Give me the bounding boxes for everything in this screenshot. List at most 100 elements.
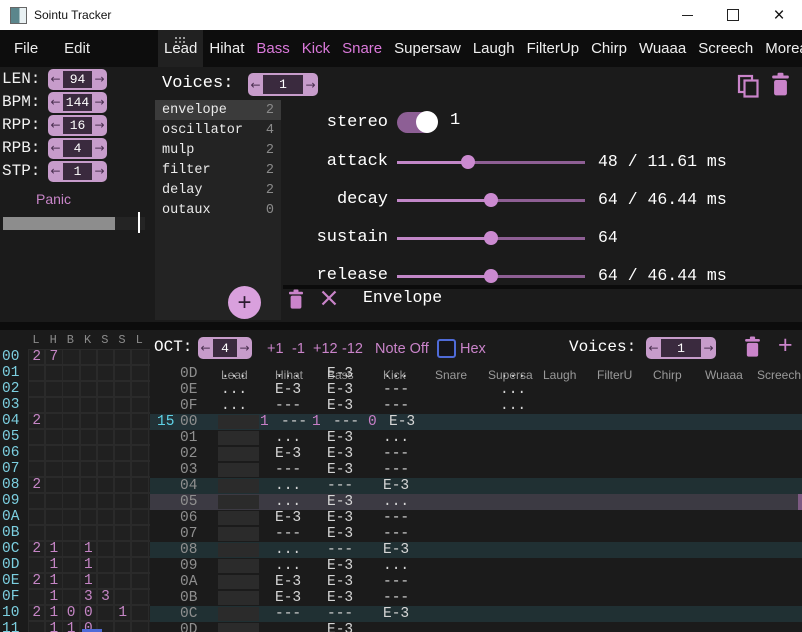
octave-spinner-increment-arrow[interactable]: → [237, 337, 252, 359]
order-cell[interactable]: 1 [45, 589, 62, 605]
order-cell[interactable] [62, 365, 79, 381]
track-voices-spinner-increment-arrow[interactable]: → [701, 337, 716, 359]
slider-thumb-attack[interactable] [461, 155, 475, 169]
order-cell[interactable] [114, 525, 131, 541]
song-param-stp-spinner-decrement-arrow[interactable]: ← [48, 161, 63, 182]
panic-button[interactable]: Panic [36, 191, 71, 207]
order-cell[interactable] [80, 445, 97, 461]
order-cell[interactable] [114, 461, 131, 477]
order-cell[interactable]: 1 [45, 621, 62, 632]
order-cell[interactable] [97, 573, 114, 589]
tab-snare[interactable]: Snare [336, 30, 388, 67]
order-cell[interactable] [62, 429, 79, 445]
order-cell[interactable] [131, 461, 148, 477]
pattern-row-08-11[interactable]: 08...---E-3 [150, 542, 802, 558]
song-param-bpm-spinner-decrement-arrow[interactable]: ← [48, 92, 63, 113]
order-cell[interactable]: 1 [45, 541, 62, 557]
order-cell[interactable] [97, 557, 114, 573]
order-cell[interactable] [62, 493, 79, 509]
order-cell[interactable]: 1 [45, 573, 62, 589]
toolbar-button-note-off[interactable]: Note Off [375, 341, 429, 357]
order-cell[interactable] [28, 621, 45, 632]
order-cell[interactable] [114, 445, 131, 461]
order-cell[interactable] [97, 493, 114, 509]
order-cell[interactable] [80, 413, 97, 429]
order-cell[interactable] [62, 589, 79, 605]
tab-supersaw[interactable]: Supersaw [388, 30, 467, 67]
order-cell[interactable] [131, 589, 148, 605]
delete-unit-icon[interactable] [288, 289, 304, 309]
pattern-scrollbar-thumb[interactable] [798, 494, 802, 510]
pattern-row-03-6[interactable]: 03---E-3--- [150, 462, 802, 478]
instrument-voices-spinner-decrement-arrow[interactable]: ← [248, 73, 263, 96]
order-cell[interactable] [28, 445, 45, 461]
order-cell[interactable] [45, 461, 62, 477]
order-cell[interactable] [131, 525, 148, 541]
order-cell[interactable] [131, 621, 148, 632]
order-cell[interactable] [114, 509, 131, 525]
order-cell[interactable] [114, 557, 131, 573]
order-cell[interactable] [62, 445, 79, 461]
order-cell[interactable] [131, 509, 148, 525]
order-cell[interactable]: 2 [28, 349, 45, 365]
order-cell[interactable] [45, 477, 62, 493]
order-cell[interactable] [62, 381, 79, 397]
order-cell[interactable] [114, 477, 131, 493]
add-unit-button[interactable]: + [228, 286, 261, 319]
order-cell[interactable] [131, 573, 148, 589]
order-cell[interactable] [45, 381, 62, 397]
tab-kick[interactable]: Kick [296, 30, 336, 67]
order-cell[interactable]: 3 [80, 589, 97, 605]
tab-morea[interactable]: Morea [759, 30, 802, 67]
order-cell[interactable] [62, 573, 79, 589]
pattern-row-0A-13[interactable]: 0AE-3E-3--- [150, 574, 802, 590]
tab-filterup[interactable]: FilterUp [521, 30, 586, 67]
order-cell[interactable]: 3 [97, 589, 114, 605]
pattern-row-0D-16[interactable]: 0DE-3 [150, 622, 802, 632]
order-cell[interactable]: 2 [28, 477, 45, 493]
song-param-rpp-spinner-decrement-arrow[interactable]: ← [48, 115, 63, 136]
order-cell[interactable] [131, 381, 148, 397]
order-cell[interactable] [45, 445, 62, 461]
order-cell[interactable]: 2 [28, 573, 45, 589]
pattern-row-0F-2[interactable]: 0F...---E-3---... [150, 398, 802, 414]
order-cell[interactable] [114, 413, 131, 429]
order-cell[interactable] [45, 525, 62, 541]
order-cell[interactable] [45, 397, 62, 413]
song-param-rpb-spinner-increment-arrow[interactable]: → [92, 138, 107, 159]
song-param-rpp-spinner-increment-arrow[interactable]: → [92, 115, 107, 136]
toolbar-button--1[interactable]: -1 [292, 341, 305, 357]
order-cell[interactable] [45, 493, 62, 509]
delete-instrument-icon[interactable] [771, 72, 790, 96]
disable-unit-icon[interactable] [320, 289, 338, 307]
order-cell[interactable]: 1 [80, 557, 97, 573]
order-cell[interactable] [97, 381, 114, 397]
song-position-cursor[interactable] [138, 212, 140, 233]
order-cell[interactable] [28, 589, 45, 605]
order-cell[interactable] [114, 541, 131, 557]
pattern-row-05-8[interactable]: 05...E-3... [150, 494, 802, 510]
order-cell[interactable] [131, 429, 148, 445]
order-cell[interactable] [97, 477, 114, 493]
order-cell[interactable] [97, 461, 114, 477]
order-cell[interactable] [62, 349, 79, 365]
order-cell[interactable] [114, 381, 131, 397]
order-cell[interactable] [28, 365, 45, 381]
toolbar-button-+1[interactable]: +1 [267, 341, 284, 357]
order-cell[interactable] [97, 349, 114, 365]
order-cell[interactable] [45, 429, 62, 445]
order-cell[interactable] [80, 493, 97, 509]
menu-file[interactable]: File [14, 40, 38, 57]
order-cell[interactable] [80, 397, 97, 413]
order-cell[interactable] [80, 429, 97, 445]
order-cell[interactable] [114, 621, 131, 632]
order-cell[interactable]: 1 [80, 573, 97, 589]
toolbar-button-+12[interactable]: +12 [313, 341, 338, 357]
order-cell[interactable] [114, 493, 131, 509]
order-cell[interactable] [28, 381, 45, 397]
order-cell[interactable] [45, 413, 62, 429]
tab-laugh[interactable]: Laugh [467, 30, 521, 67]
order-cell[interactable] [114, 349, 131, 365]
order-cell[interactable] [114, 573, 131, 589]
order-cell[interactable] [62, 509, 79, 525]
